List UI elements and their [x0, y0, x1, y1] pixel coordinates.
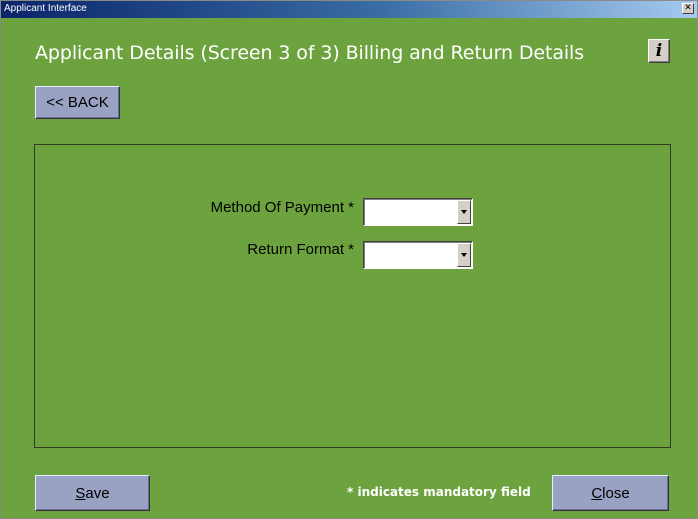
window-title: Applicant Interface: [4, 3, 87, 14]
dropdown-arrow-icon[interactable]: [457, 200, 471, 224]
close-button[interactable]: Close: [552, 475, 669, 511]
save-mnemonic: S: [75, 484, 86, 502]
save-button[interactable]: Save: [35, 475, 150, 511]
window-close-icon[interactable]: ✕: [682, 3, 694, 14]
back-button[interactable]: << BACK: [35, 86, 120, 119]
applicant-interface-window: Applicant Interface ✕ Applicant Details …: [0, 0, 698, 519]
billing-return-panel: [34, 144, 671, 448]
return-format-select[interactable]: [363, 241, 473, 269]
method-of-payment-label: Method Of Payment *: [210, 199, 354, 216]
save-label: ave: [85, 484, 110, 502]
method-of-payment-select[interactable]: [363, 198, 473, 226]
info-button[interactable]: i: [648, 39, 670, 63]
title-bar[interactable]: Applicant Interface ✕: [1, 1, 697, 18]
return-format-label: Return Format *: [247, 241, 354, 258]
close-mnemonic: C: [591, 484, 603, 502]
dropdown-arrow-icon[interactable]: [457, 243, 471, 267]
info-icon: i: [655, 41, 663, 61]
mandatory-field-note: * indicates mandatory field: [347, 485, 531, 499]
page-title: Applicant Details (Screen 3 of 3) Billin…: [35, 42, 585, 64]
close-label: lose: [602, 484, 630, 502]
